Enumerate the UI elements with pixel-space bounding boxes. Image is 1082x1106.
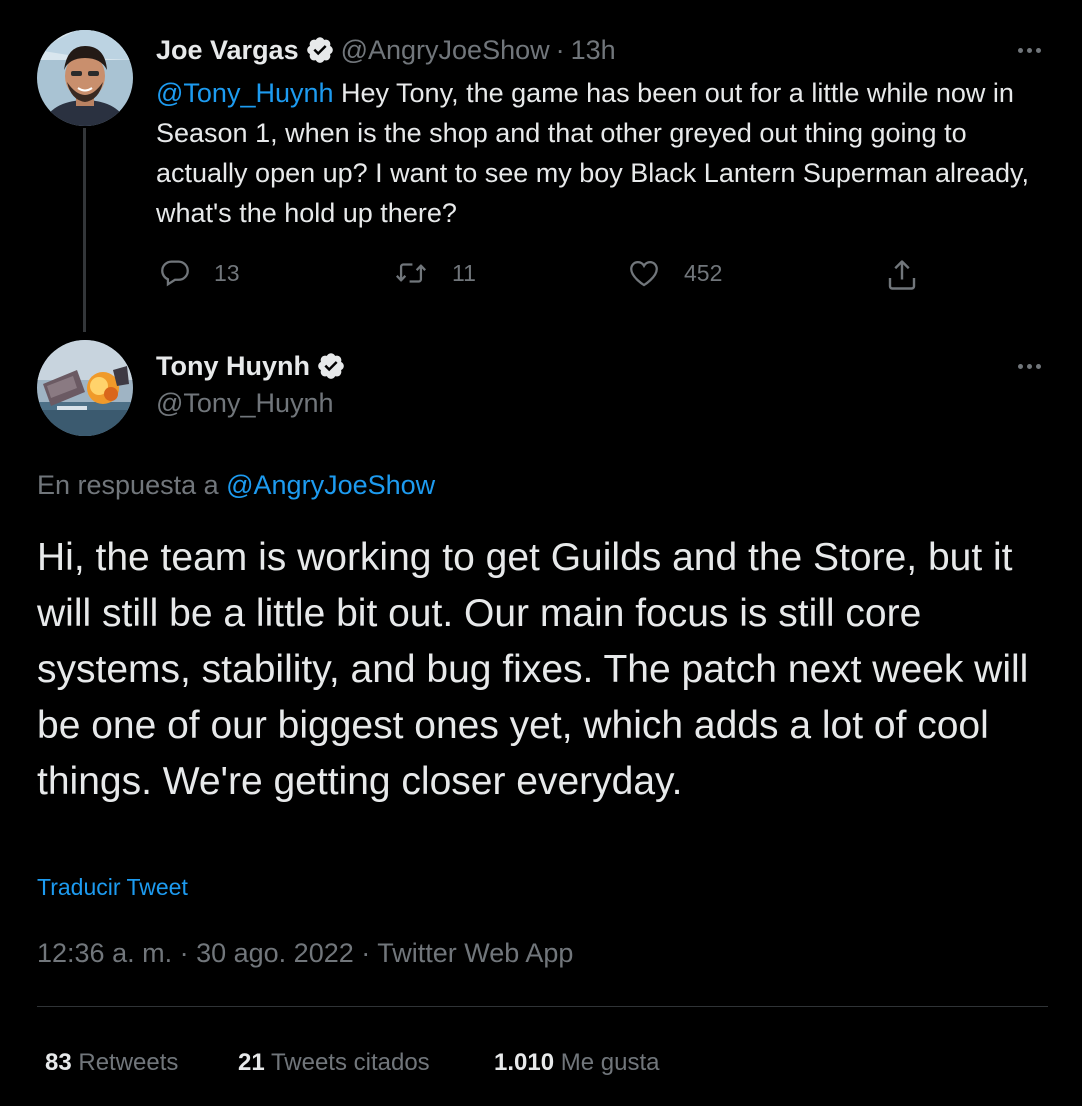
meta-separator: ·	[172, 938, 197, 968]
more-icon-dot	[1017, 363, 1023, 369]
header-separator: ·	[555, 34, 565, 65]
main-more-button[interactable]	[1012, 356, 1046, 376]
like-icon	[630, 260, 658, 287]
tweet-date[interactable]: 30 ago. 2022	[196, 938, 354, 968]
replying-to-handle-link[interactable]: @AngryJoeShow	[226, 470, 435, 500]
avatar-tony-huynh[interactable]	[37, 340, 133, 436]
likes-count: 1.010	[494, 1049, 555, 1076]
translate-tweet-link[interactable]: Traducir Tweet	[37, 874, 188, 901]
reply-button[interactable]: 13	[158, 256, 240, 290]
tweet-time[interactable]: 12:36 a. m.	[37, 938, 172, 968]
tweet-source[interactable]: Twitter Web App	[377, 938, 573, 968]
retweet-count: 11	[452, 259, 476, 286]
verified-icon	[306, 37, 333, 63]
retweet-button[interactable]: 11	[392, 256, 476, 290]
quote-tweets-label: Tweets citados	[270, 1049, 430, 1076]
meta-separator: ·	[353, 938, 378, 968]
reply-count: 13	[214, 259, 240, 286]
retweets-count: 83	[45, 1049, 72, 1076]
parent-author-name[interactable]: Joe Vargas	[156, 35, 299, 66]
main-tweet-text: Hi, the team is working to get Guilds an…	[37, 536, 1029, 803]
replying-to-line: En respuesta a @AngryJoeShow	[37, 470, 435, 501]
main-tweet-author-name-row: Tony Huynh	[156, 348, 346, 384]
main-author-handle[interactable]: @Tony_Huynh	[156, 388, 334, 419]
reply-icon	[161, 260, 189, 287]
quote-tweets-count: 21	[238, 1049, 265, 1076]
quote-tweets-stat[interactable]: 21 Tweets citados	[238, 1049, 430, 1077]
parent-time-ago[interactable]: 13h	[571, 35, 616, 66]
avatar-joe-image	[37, 30, 133, 126]
replying-to-prefix: En respuesta a	[37, 470, 227, 500]
avatar-tony-image	[37, 340, 133, 436]
more-icon-dot	[1017, 47, 1023, 53]
more-icon-dot	[1035, 363, 1041, 369]
retweets-stat[interactable]: 83 Retweets	[45, 1049, 178, 1077]
retweets-label: Retweets	[78, 1049, 179, 1076]
verified-icon	[318, 353, 344, 379]
like-button[interactable]: 452	[626, 256, 722, 290]
more-icon-dot	[1026, 47, 1032, 53]
more-icon-dot	[1035, 47, 1041, 53]
parent-tweet-header: Joe Vargas @AngryJoeShow · 13h	[156, 32, 616, 68]
tweet-metadata: 12:36 a. m. · 30 ago. 2022 · Twitter Web…	[37, 938, 573, 969]
main-author-name[interactable]: Tony Huynh	[156, 351, 310, 382]
likes-label: Me gusta	[560, 1049, 660, 1076]
parent-more-button[interactable]	[1012, 40, 1046, 60]
share-icon	[888, 260, 916, 290]
parent-author-handle[interactable]: @AngryJoeShow	[341, 35, 550, 66]
likes-stat[interactable]: 1.010 Me gusta	[494, 1049, 659, 1077]
avatar-joe-vargas[interactable]	[37, 30, 133, 126]
more-icon-dot	[1026, 363, 1032, 369]
share-button[interactable]	[884, 256, 920, 294]
like-count: 452	[684, 259, 723, 286]
thread-connector-line	[83, 128, 86, 332]
stats-divider	[37, 1006, 1048, 1007]
parent-tweet-text: @Tony_Huynh Hey Tony, the game has been …	[156, 73, 1046, 233]
parent-mention-link[interactable]: @Tony_Huynh	[156, 78, 334, 108]
retweet-icon	[396, 263, 426, 283]
